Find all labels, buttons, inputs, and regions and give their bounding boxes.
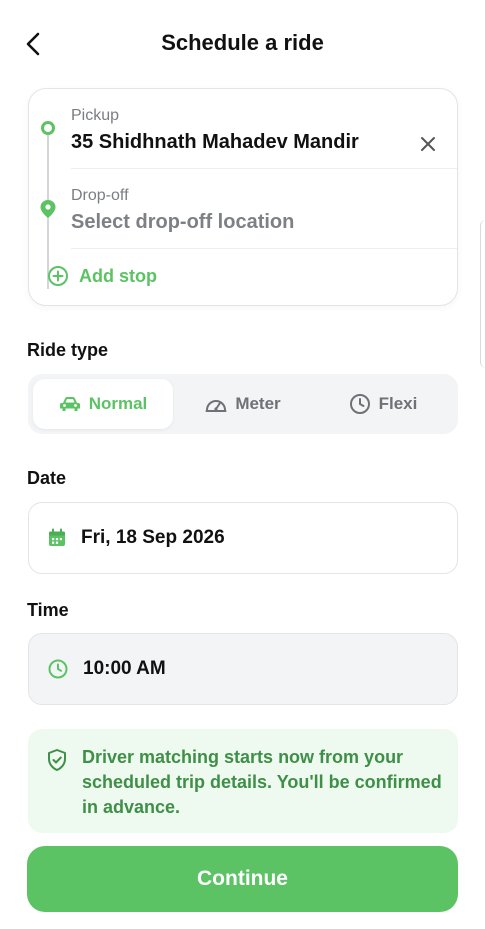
edge-overlay [480,220,485,368]
ride-option-flexi[interactable]: Flexi [313,379,453,429]
car-icon [59,397,80,411]
date-value: Fri, 18 Sep 2026 [81,527,225,548]
clock-icon [349,394,370,414]
shield-check-icon [48,749,66,771]
date-label: Date [27,468,67,488]
ride-option-label: Normal [88,394,148,413]
pickup-field[interactable]: Pickup 35 Shidhnath Mahadev Mandir [71,103,457,169]
ride-option-label: Flexi [378,394,418,413]
add-stop-label: Add stop [79,265,157,286]
time-value: 10:00 AM [83,658,166,679]
ride-type-selector: Normal Meter Flexi [28,374,458,434]
plus-circle-icon [48,266,68,286]
dropoff-field[interactable]: Drop-off Select drop-off location [71,183,457,249]
dropoff-placeholder: Select drop-off location [71,211,295,233]
page-title: Schedule a ride [161,30,324,55]
close-icon [421,137,435,151]
ride-option-normal[interactable]: Normal [33,379,173,429]
ride-option-meter[interactable]: Meter [173,379,313,429]
time-label: Time [27,600,69,620]
time-field[interactable]: 10:00 AM [28,633,458,705]
clock-icon [48,659,68,679]
ride-option-label: Meter [235,394,281,413]
continue-button[interactable]: Continue [27,846,458,912]
speedometer-icon [205,400,227,412]
calendar-icon [49,528,65,546]
matching-notice: Driver matching starts now from your sch… [28,729,458,833]
pickup-label: Pickup [71,107,120,124]
ride-type-label: Ride type [27,340,109,360]
add-stop-button[interactable]: Add stop [47,265,157,287]
date-field[interactable]: Fri, 18 Sep 2026 [28,502,458,574]
notice-text: Driver matching starts now from your sch… [82,747,442,817]
route-card: Pickup 35 Shidhnath Mahadev Mandir Drop-… [28,88,458,306]
pickup-value: 35 Shidhnath Mahadev Mandir [71,131,359,153]
location-pin-icon [40,200,56,218]
dropoff-label: Drop-off [71,187,129,204]
pickup-dot-icon [41,121,55,135]
header: Schedule a ride [0,0,485,88]
clear-pickup-button[interactable] [417,133,439,155]
